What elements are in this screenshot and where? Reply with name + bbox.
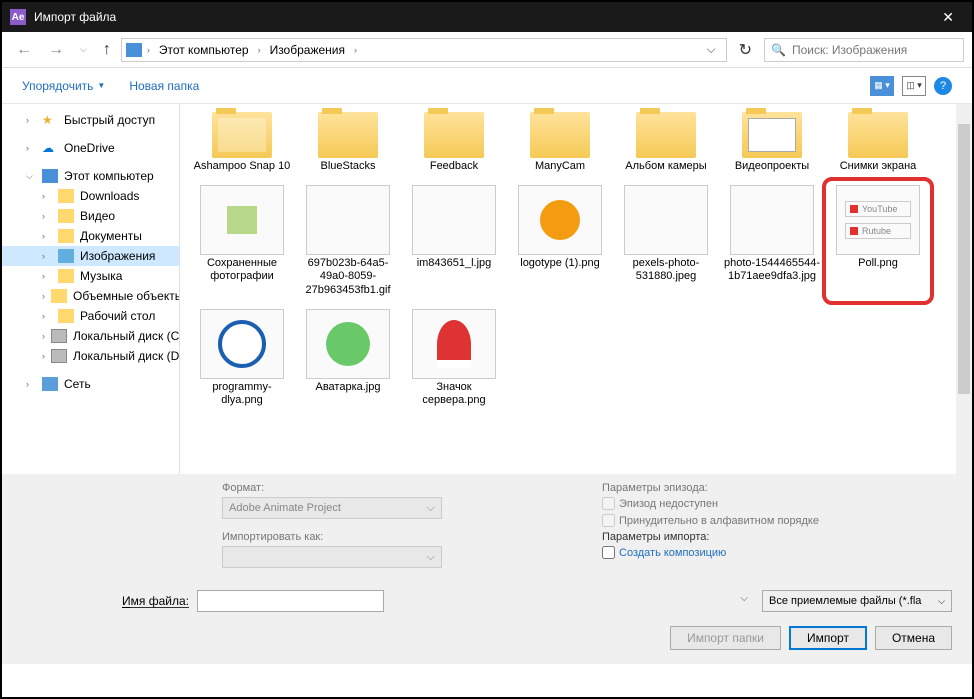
window-title: Импорт файла: [34, 10, 116, 24]
folder-item[interactable]: Feedback: [402, 108, 506, 177]
filename-row: ИИмя файла:мя файла: Все приемлемые файл…: [2, 576, 972, 620]
folder-item[interactable]: BlueStacks: [296, 108, 400, 177]
sidebar-this-pc[interactable]: ⌵Этот компьютер: [2, 166, 179, 186]
folder-item[interactable]: Сохраненные фотографии: [190, 181, 294, 301]
sidebar: ›★Быстрый доступ ›☁OneDrive ⌵Этот компью…: [2, 104, 180, 474]
create-composition-checkbox[interactable]: Создать композицию: [602, 546, 952, 559]
file-item[interactable]: logotype (1).png: [508, 181, 612, 301]
sidebar-quick-access[interactable]: ›★Быстрый доступ: [2, 110, 179, 130]
sidebar-images[interactable]: ›Изображения: [2, 246, 179, 266]
close-button[interactable]: ✕: [932, 9, 964, 26]
import-as-label: Импортировать как:: [222, 531, 572, 543]
import-folder-button: Импорт папки: [670, 626, 781, 650]
folder-item[interactable]: Альбом камеры: [614, 108, 718, 177]
new-folder-button[interactable]: Новая папка: [129, 79, 199, 93]
sidebar-video[interactable]: ›Видео: [2, 206, 179, 226]
help-button[interactable]: ?: [934, 77, 952, 95]
toolbar: Упорядочить ▼ Новая папка ▦ ▾ ◫ ▾ ?: [2, 68, 972, 104]
chevron-right-icon: ›: [255, 45, 264, 55]
sidebar-music[interactable]: ›Музыка: [2, 266, 179, 286]
folder-icon: [58, 269, 74, 283]
organize-button[interactable]: Упорядочить ▼: [22, 79, 105, 93]
search-input[interactable]: 🔍 Поиск: Изображения: [764, 38, 964, 62]
filename-label: ИИмя файла:мя файла:: [122, 594, 189, 608]
folder-item[interactable]: Снимки экрана: [826, 108, 930, 177]
bc-location[interactable]: Изображения: [266, 41, 349, 59]
scrollbar[interactable]: [956, 104, 972, 474]
options-panel: Формат: Adobe Animate Project⌵ Параметры…: [2, 474, 972, 576]
nav-bar: ← → ⌵ ↑ › Этот компьютер › Изображения ›…: [2, 32, 972, 68]
up-button[interactable]: ↑: [97, 37, 117, 63]
cancel-button[interactable]: Отмена: [875, 626, 952, 650]
episode-unavailable-checkbox: Эпизод недоступен: [602, 497, 952, 510]
refresh-button[interactable]: ↻: [731, 36, 760, 64]
pc-icon: [42, 169, 58, 183]
star-icon: ★: [42, 113, 58, 127]
sidebar-documents[interactable]: ›Документы: [2, 226, 179, 246]
titlebar: Ae Импорт файла ✕: [2, 2, 972, 32]
sidebar-disk-d[interactable]: ›Локальный диск (D:): [2, 346, 179, 366]
format-label: Формат:: [222, 482, 572, 494]
chevron-right-icon: ›: [144, 45, 153, 55]
folder-icon: [58, 309, 74, 323]
view-mode-button[interactable]: ▦ ▾: [870, 76, 894, 96]
breadcrumb[interactable]: › Этот компьютер › Изображения › ⌵: [121, 38, 727, 62]
file-item[interactable]: 697b023b-64a5-49a0-8059-27b963453fb1.gif: [296, 181, 400, 301]
back-button[interactable]: ←: [10, 37, 38, 63]
import-as-select[interactable]: ⌵: [222, 546, 442, 568]
bc-pc[interactable]: Этот компьютер: [155, 41, 253, 59]
sidebar-downloads[interactable]: ›Downloads: [2, 186, 179, 206]
file-item[interactable]: photo-1544465544-1b71aee9dfa3.jpg: [720, 181, 824, 301]
file-item[interactable]: Значок сервера.png: [402, 305, 506, 411]
episode-params-label: Параметры эпизода:: [602, 482, 952, 494]
file-item[interactable]: im843651_l.jpg: [402, 181, 506, 301]
folder-icon: [58, 229, 74, 243]
breadcrumb-drop[interactable]: ⌵: [700, 42, 721, 57]
pictures-icon: [58, 249, 74, 263]
sidebar-network[interactable]: ›Сеть: [2, 374, 179, 394]
disk-icon: [51, 349, 67, 363]
sidebar-disk-c[interactable]: ›Локальный диск (C:): [2, 326, 179, 346]
cloud-icon: ☁: [42, 141, 58, 155]
folder-icon: [51, 289, 67, 303]
sidebar-desktop[interactable]: ›Рабочий стол: [2, 306, 179, 326]
button-row: Импорт папки Импорт Отмена: [2, 620, 972, 664]
folder-item[interactable]: Видеопроекты: [720, 108, 824, 177]
search-icon: 🔍: [771, 43, 786, 57]
chevron-right-icon: ›: [351, 45, 360, 55]
filetype-select[interactable]: Все приемлемые файлы (*.fla⌵: [762, 590, 952, 612]
search-placeholder: Поиск: Изображения: [792, 43, 907, 57]
filename-input[interactable]: [197, 590, 384, 612]
file-item-selected[interactable]: YouTube Rutube Poll.png: [826, 181, 930, 301]
file-item[interactable]: programmy-dlya.png: [190, 305, 294, 411]
sidebar-onedrive[interactable]: ›☁OneDrive: [2, 138, 179, 158]
folder-icon: [58, 209, 74, 223]
folder-item[interactable]: ManyCam: [508, 108, 612, 177]
file-item[interactable]: Аватарка.jpg: [296, 305, 400, 411]
folder-item[interactable]: Ashampoo Snap 10: [190, 108, 294, 177]
network-icon: [42, 377, 58, 391]
recent-dropdown[interactable]: ⌵: [74, 40, 93, 59]
folder-icon: [58, 189, 74, 203]
sidebar-3d-objects[interactable]: ›Объемные объекты: [2, 286, 179, 306]
pc-icon: [126, 43, 142, 57]
forward-button: →: [42, 37, 70, 63]
force-alpha-checkbox: Принудительно в алфавитном порядке: [602, 514, 952, 527]
import-button[interactable]: Импорт: [789, 626, 867, 650]
file-list: Ashampoo Snap 10 BlueStacks Feedback Man…: [180, 104, 972, 474]
preview-pane-button[interactable]: ◫ ▾: [902, 76, 926, 96]
format-select[interactable]: Adobe Animate Project⌵: [222, 497, 442, 519]
file-item[interactable]: pexels-photo-531880.jpeg: [614, 181, 718, 301]
import-params-label: Параметры импорта:: [602, 531, 952, 543]
app-icon: Ae: [10, 9, 26, 25]
disk-icon: [51, 329, 67, 343]
